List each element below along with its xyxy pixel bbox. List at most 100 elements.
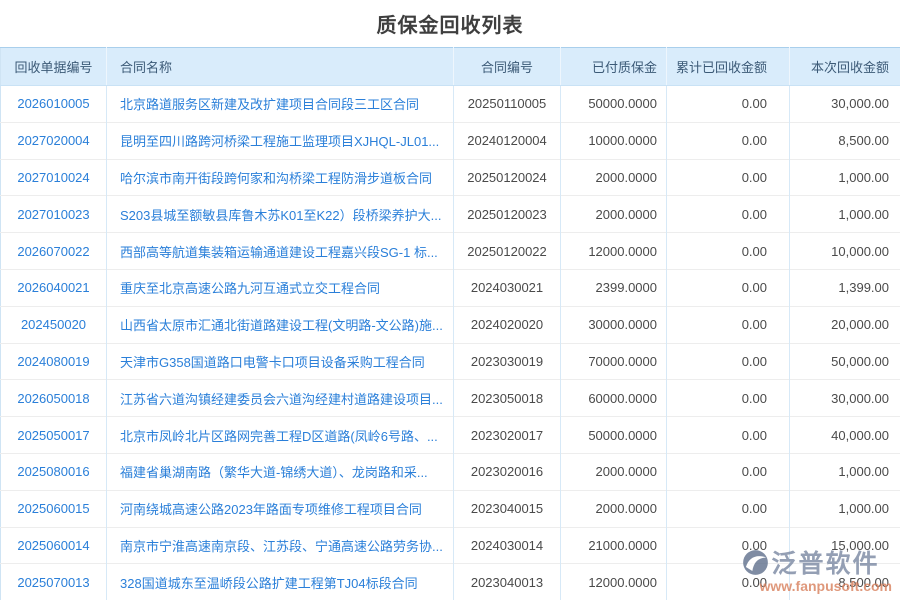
contract_no-cell: 2023020016 [454, 453, 561, 490]
paid-cell: 2000.0000 [561, 159, 667, 196]
contract_name-link[interactable]: 重庆至北京高速公路九河互通式立交工程合同 [120, 281, 380, 296]
current-cell: 1,000.00 [790, 490, 900, 527]
page-title: 质保金回收列表 [0, 0, 900, 47]
contract_no-cell: 2024030021 [454, 269, 561, 306]
doc_no-link[interactable]: 2027010023 [17, 207, 89, 222]
contract_name-link[interactable]: 北京市凤岭北片区路网完善工程D区道路(凤岭6号路、... [120, 429, 438, 444]
doc_no-link[interactable]: 2027020004 [17, 133, 89, 148]
contract_name-link[interactable]: 江苏省六道沟镇经建委员会六道沟经建村道路建设项目... [120, 392, 443, 407]
paid-cell: 10000.0000 [561, 122, 667, 159]
current-cell: 8,500.00 [790, 122, 900, 159]
table-row: 202450020 山西省太原市汇通北街道路建设工程(文明路-文公路)施... 20… [1, 306, 900, 343]
contract_name-link[interactable]: 昆明至四川路跨河桥梁工程施工监理项目XJHQL-JL01... [120, 134, 439, 149]
column-header-recovered: 累计已回收金额 [667, 48, 790, 86]
current-cell: 50,000.00 [790, 343, 900, 380]
column-header-contract_no: 合同编号 [454, 48, 561, 86]
table-row: 2026040021 重庆至北京高速公路九河互通式立交工程合同 2024030021… [1, 269, 900, 306]
recovered-cell: 0.00 [667, 343, 790, 380]
contract_name-cell: 山西省太原市汇通北街道路建设工程(文明路-文公路)施... [107, 306, 454, 343]
contract_no-cell: 2024020020 [454, 306, 561, 343]
contract_name-link[interactable]: 西部高等航道集装箱运输通道建设工程嘉兴段SG-1 标... [120, 245, 438, 260]
contract_name-link[interactable]: 福建省巢湖南路（繁华大道-锦绣大道）、龙岗路和采... [120, 465, 428, 480]
contract_no-cell: 20250120023 [454, 196, 561, 233]
contract_no-cell: 2023040015 [454, 490, 561, 527]
doc_no-link[interactable]: 2025060014 [17, 538, 89, 553]
contract_name-cell: 北京市凤岭北片区路网完善工程D区道路(凤岭6号路、... [107, 417, 454, 454]
doc_no-cell: 2025060014 [1, 527, 107, 564]
table-row: 2026010005北京路道服务区新建及改扩建项目合同段三工区合同2025011… [1, 86, 900, 123]
contract_name-cell: S203县城至额敏县库鲁木苏K01至K22）段桥梁养护大... [107, 196, 454, 233]
current-cell: 40,000.00 [790, 417, 900, 454]
table-row: 2026050018 江苏省六道沟镇经建委员会六道沟经建村道路建设项目... 202… [1, 380, 900, 417]
table-row: 2025060015 河南绕城高速公路2023年路面专项维修工程项目合同 20230… [1, 490, 900, 527]
doc_no-cell: 2026070022 [1, 233, 107, 270]
current-cell: 30,000.00 [790, 86, 900, 123]
paid-cell: 12000.0000 [561, 564, 667, 600]
contract_no-cell: 2023040013 [454, 564, 561, 600]
doc_no-link[interactable]: 202450020 [21, 317, 86, 332]
table-row: 2027010023 S203县城至额敏县库鲁木苏K01至K22）段桥梁养护大..… [1, 196, 900, 233]
contract_name-link[interactable]: 河南绕城高速公路2023年路面专项维修工程项目合同 [120, 502, 422, 517]
doc_no-link[interactable]: 2026040021 [17, 280, 89, 295]
current-cell: 30,000.00 [790, 380, 900, 417]
table-row: 2025050017 北京市凤岭北片区路网完善工程D区道路(凤岭6号路、... 20… [1, 417, 900, 454]
doc_no-link[interactable]: 2026050018 [17, 391, 89, 406]
doc_no-link[interactable]: 2025070013 [17, 575, 89, 590]
paid-cell: 21000.0000 [561, 527, 667, 564]
contract_no-cell: 2023020017 [454, 417, 561, 454]
recovered-cell: 0.00 [667, 233, 790, 270]
contract_name-link[interactable]: 天津市G358国道路口电警卡口项目设备采购工程合同 [120, 355, 425, 370]
contract_name-link[interactable]: 南京市宁淮高速南京段、江苏段、宁通高速公路劳务协... [120, 539, 443, 554]
contract_name-link[interactable]: 北京路道服务区新建及改扩建项目合同段三工区合同 [120, 97, 419, 112]
current-cell: 20,000.00 [790, 306, 900, 343]
doc_no-link[interactable]: 2025060015 [17, 501, 89, 516]
column-header-doc_no: 回收单据编号 [1, 48, 107, 86]
doc_no-link[interactable]: 2024080019 [17, 354, 89, 369]
current-cell: 10,000.00 [790, 233, 900, 270]
doc_no-link[interactable]: 2027010024 [17, 170, 89, 185]
table-row: 2024080019天津市G358国道路口电警卡口项目设备采购工程合同20230… [1, 343, 900, 380]
contract_no-cell: 20240120004 [454, 122, 561, 159]
contract_name-link[interactable]: S203县城至额敏县库鲁木苏K01至K22）段桥梁养护大... [120, 208, 441, 223]
recovered-cell: 0.00 [667, 269, 790, 306]
table-row: 2027010024哈尔滨市南开街段跨何家和沟桥梁工程防滑步道板合同202501… [1, 159, 900, 196]
doc_no-cell: 2027010023 [1, 196, 107, 233]
contract_name-link[interactable]: 山西省太原市汇通北街道路建设工程(文明路-文公路)施... [120, 318, 443, 333]
contract_name-cell: 河南绕城高速公路2023年路面专项维修工程项目合同 [107, 490, 454, 527]
contract_name-link[interactable]: 328国道城东至温峤段公路扩建工程第TJ04标段合同 [120, 576, 418, 591]
paid-cell: 2000.0000 [561, 453, 667, 490]
contract_name-cell: 江苏省六道沟镇经建委员会六道沟经建村道路建设项目... [107, 380, 454, 417]
recovered-cell: 0.00 [667, 527, 790, 564]
doc_no-link[interactable]: 2025080016 [17, 464, 89, 479]
contract_name-cell: 福建省巢湖南路（繁华大道-锦绣大道）、龙岗路和采... [107, 453, 454, 490]
paid-cell: 70000.0000 [561, 343, 667, 380]
contract_no-cell: 2023050018 [454, 380, 561, 417]
contract_name-cell: 昆明至四川路跨河桥梁工程施工监理项目XJHQL-JL01... [107, 122, 454, 159]
paid-cell: 2000.0000 [561, 490, 667, 527]
paid-cell: 2399.0000 [561, 269, 667, 306]
paid-cell: 2000.0000 [561, 196, 667, 233]
doc_no-cell: 2025060015 [1, 490, 107, 527]
doc_no-cell: 202450020 [1, 306, 107, 343]
current-cell: 1,000.00 [790, 196, 900, 233]
doc_no-cell: 2027020004 [1, 122, 107, 159]
doc_no-cell: 2025070013 [1, 564, 107, 600]
doc_no-link[interactable]: 2026070022 [17, 244, 89, 259]
contract_name-link[interactable]: 哈尔滨市南开街段跨何家和沟桥梁工程防滑步道板合同 [120, 171, 432, 186]
contract_name-cell: 南京市宁淮高速南京段、江苏段、宁通高速公路劳务协... [107, 527, 454, 564]
recovered-cell: 0.00 [667, 306, 790, 343]
paid-cell: 12000.0000 [561, 233, 667, 270]
recovered-cell: 0.00 [667, 417, 790, 454]
table-row: 2025060014南京市宁淮高速南京段、江苏段、宁通高速公路劳务协...202… [1, 527, 900, 564]
doc_no-cell: 2027010024 [1, 159, 107, 196]
column-header-current: 本次回收金额 [790, 48, 900, 86]
contract_name-cell: 328国道城东至温峤段公路扩建工程第TJ04标段合同 [107, 564, 454, 600]
contract_name-cell: 重庆至北京高速公路九河互通式立交工程合同 [107, 269, 454, 306]
recovered-cell: 0.00 [667, 453, 790, 490]
doc_no-link[interactable]: 2026010005 [17, 96, 89, 111]
contract_name-cell: 哈尔滨市南开街段跨何家和沟桥梁工程防滑步道板合同 [107, 159, 454, 196]
current-cell: 1,000.00 [790, 453, 900, 490]
recovered-cell: 0.00 [667, 380, 790, 417]
recovered-cell: 0.00 [667, 159, 790, 196]
doc_no-link[interactable]: 2025050017 [17, 428, 89, 443]
